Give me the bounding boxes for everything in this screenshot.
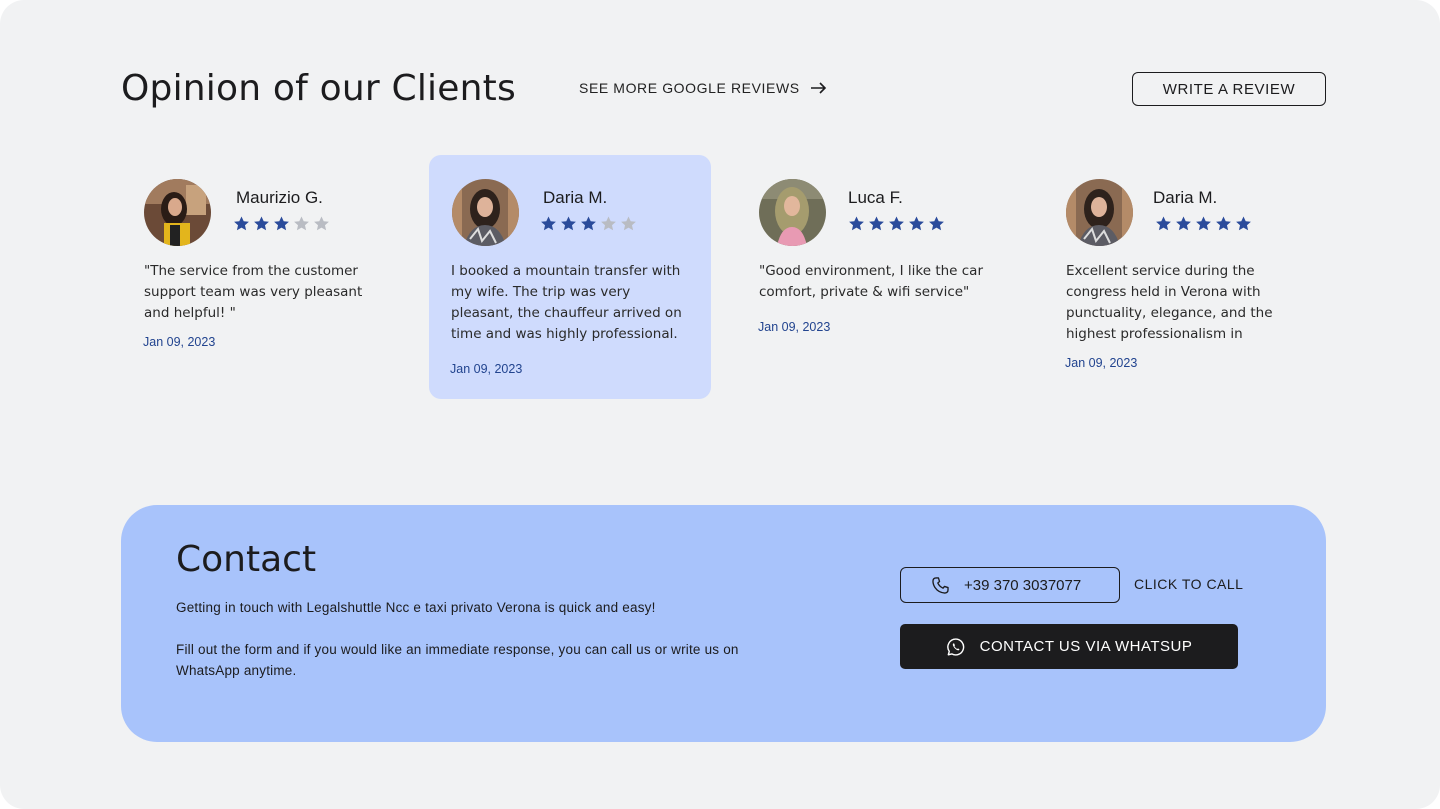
star-filled-icon (908, 215, 925, 232)
star-filled-icon (580, 215, 597, 232)
review-card: Daria M. Excellent service during the co… (1051, 155, 1333, 399)
star-rating (540, 215, 637, 232)
star-rating (233, 215, 330, 232)
avatar (452, 179, 519, 246)
star-filled-icon (560, 215, 577, 232)
page-frame: Opinion of our Clients SEE MORE GOOGLE R… (0, 0, 1440, 809)
star-filled-icon (253, 215, 270, 232)
reviewer-name: Maurizio G. (236, 188, 323, 207)
star-rating (848, 215, 945, 232)
review-text: "Good environment, I like the car comfor… (759, 263, 984, 300)
contact-description: Fill out the form and if you would like … (176, 642, 739, 678)
star-filled-icon (1195, 215, 1212, 232)
avatar (144, 179, 211, 246)
star-rating (1155, 215, 1252, 232)
star-filled-icon (1155, 215, 1172, 232)
star-filled-icon (1175, 215, 1192, 232)
phone-icon (932, 576, 949, 594)
review-text: I booked a mountain transfer with my wif… (451, 263, 682, 342)
review-date: Jan 09, 2023 (143, 335, 216, 349)
review-date: Jan 09, 2023 (450, 362, 523, 376)
avatar (1066, 179, 1133, 246)
star-filled-icon (868, 215, 885, 232)
page-title: Opinion of our Clients (121, 68, 516, 109)
star-filled-icon (928, 215, 945, 232)
contact-title: Contact (176, 539, 317, 580)
review-card: Maurizio G. "The service from the custom… (129, 155, 411, 399)
avatar (759, 179, 826, 246)
star-filled-icon (1235, 215, 1252, 232)
review-date: Jan 09, 2023 (1065, 356, 1138, 370)
review-date: Jan 09, 2023 (758, 320, 831, 334)
click-to-call-label[interactable]: CLICK TO CALL (1134, 576, 1243, 592)
arrow-right-icon (810, 82, 826, 94)
contact-section: Contact Getting in touch with Legalshutt… (121, 505, 1326, 742)
see-more-reviews-link[interactable]: SEE MORE GOOGLE REVIEWS (579, 80, 827, 96)
write-review-button[interactable]: WRITE A REVIEW (1132, 72, 1326, 106)
review-text: Excellent service during the congress he… (1066, 263, 1273, 342)
star-empty-icon (313, 215, 330, 232)
reviewer-name: Daria M. (1153, 188, 1218, 207)
star-filled-icon (888, 215, 905, 232)
contact-intro: Getting in touch with Legalshuttle Ncc e… (176, 600, 656, 615)
star-filled-icon (233, 215, 250, 232)
reviewer-name: Daria M. (543, 188, 608, 207)
whatsapp-button[interactable]: CONTACT US VIA WHATSUP (900, 624, 1238, 669)
whatsapp-label: CONTACT US VIA WHATSUP (979, 638, 1193, 655)
review-text: "The service from the customer support t… (144, 263, 363, 321)
star-filled-icon (1215, 215, 1232, 232)
star-empty-icon (600, 215, 617, 232)
star-filled-icon (540, 215, 557, 232)
reviewer-name: Luca F. (848, 188, 903, 207)
star-filled-icon (273, 215, 290, 232)
phone-button[interactable]: +39 370 3037077 (900, 567, 1120, 603)
reviews-header: Opinion of our Clients SEE MORE GOOGLE R… (121, 64, 1326, 116)
review-card: Luca F. "Good environment, I like the ca… (744, 155, 1026, 399)
star-empty-icon (293, 215, 310, 232)
star-empty-icon (620, 215, 637, 232)
whatsapp-icon (946, 637, 964, 656)
phone-number: +39 370 3037077 (964, 576, 1082, 594)
review-card: Daria M. I booked a mountain transfer wi… (429, 155, 711, 399)
see-more-reviews-label: SEE MORE GOOGLE REVIEWS (579, 80, 800, 96)
star-filled-icon (848, 215, 865, 232)
